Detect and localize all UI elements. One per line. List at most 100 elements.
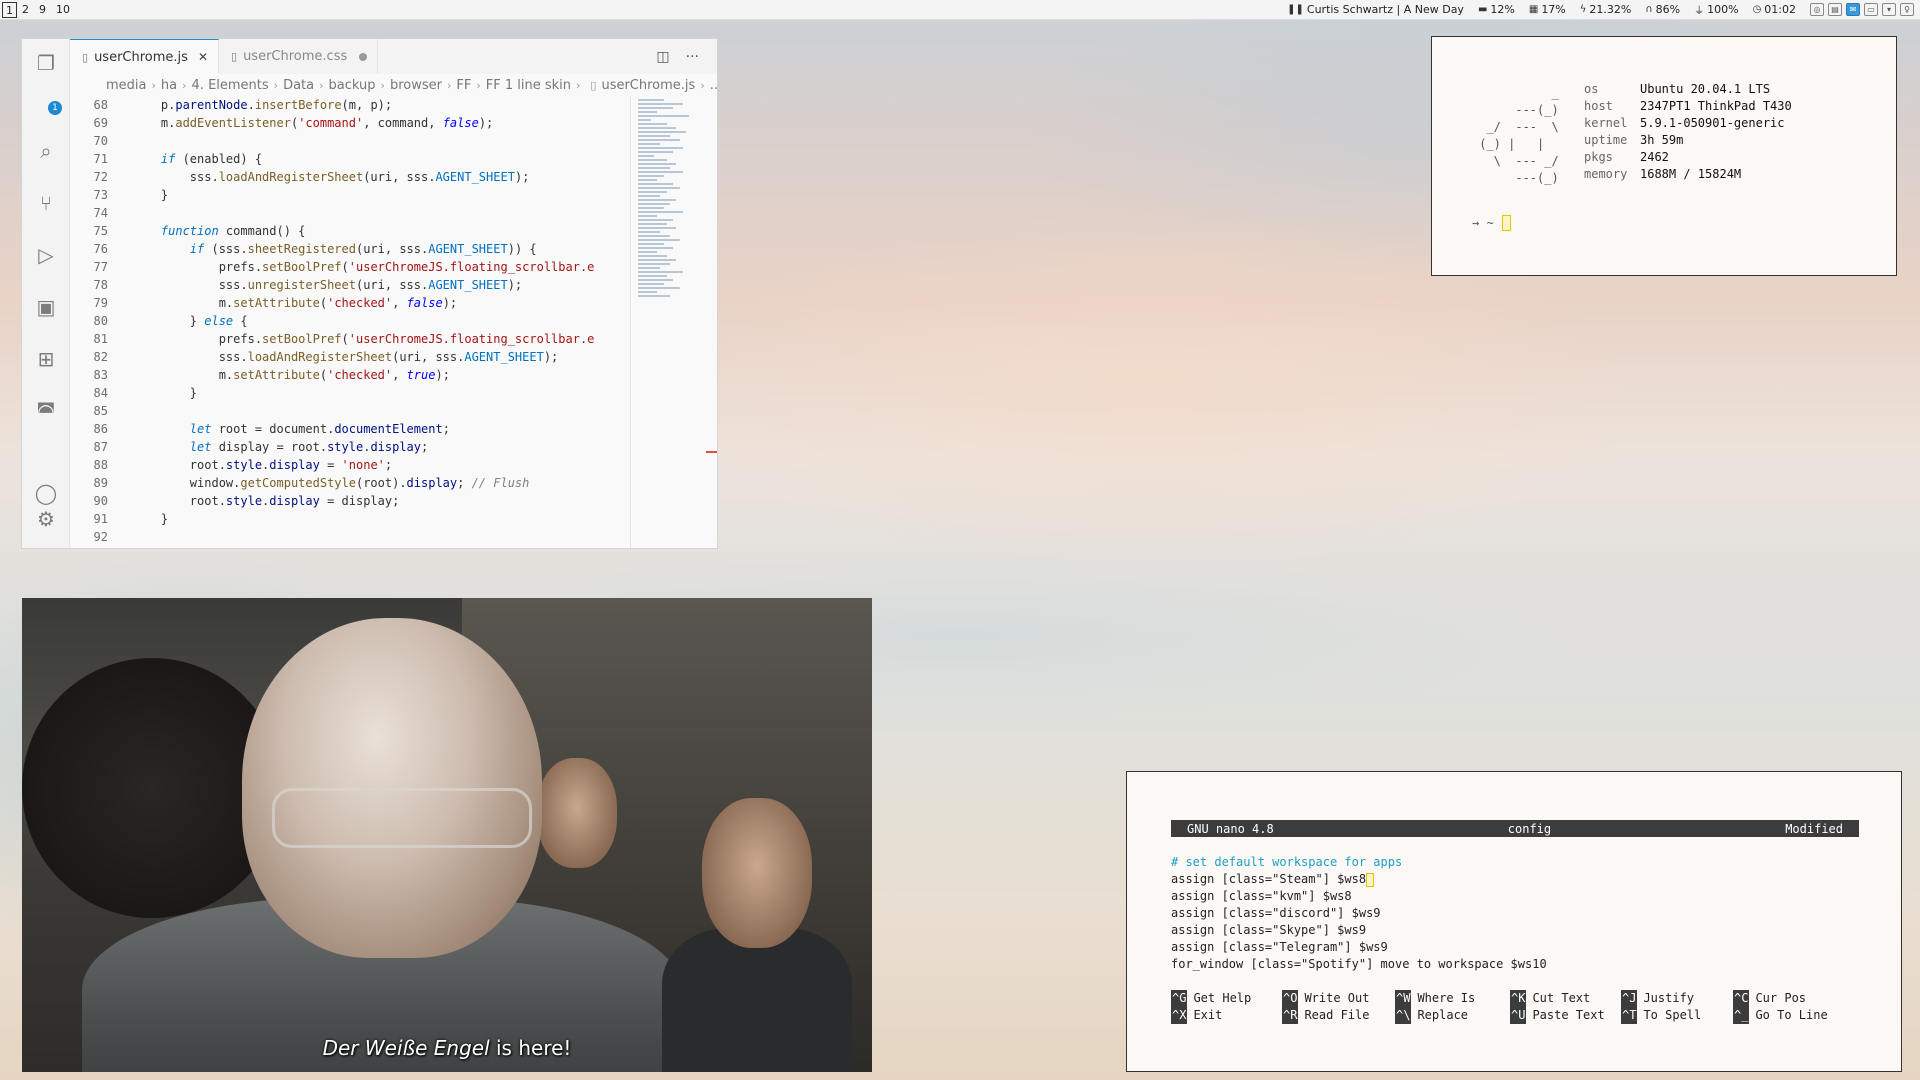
status-blocks: ❚❚ Curtis Schwartz | A New Day ▬ 12% ▦ 1…	[1287, 0, 1920, 20]
unsaved-dot-icon[interactable]	[359, 52, 368, 61]
settings-gear-icon[interactable]: ⚙	[32, 505, 60, 533]
breadcrumb-item[interactable]: ...	[710, 78, 717, 93]
volume[interactable]: ∩ 86%	[1645, 3, 1680, 16]
code-line: 69 m.addEventListener('command', command…	[70, 114, 630, 132]
shortcut-key: ^U	[1510, 1007, 1527, 1024]
line-number: 81	[93, 332, 108, 346]
breadcrumb-item[interactable]: 4. Elements	[192, 78, 269, 93]
info-value: Ubuntu 20.04.1 LTS	[1640, 82, 1771, 96]
volume-value: 86%	[1655, 3, 1681, 16]
code-text: if (enabled) {	[160, 152, 263, 166]
tray-wifi-icon[interactable]: ▾	[1882, 3, 1896, 16]
breadcrumb-item[interactable]: ha	[161, 78, 177, 93]
workspace-10[interactable]: 10	[51, 2, 75, 18]
source-control-icon[interactable]: ⑂	[32, 189, 60, 217]
tray-chat-icon[interactable]: ✉	[1846, 3, 1860, 16]
shortcut-key: ^C	[1733, 990, 1750, 1007]
breadcrumb-item[interactable]: browser	[390, 78, 442, 93]
explorer-icon[interactable]: ❐	[32, 49, 60, 77]
minimap-line	[638, 155, 654, 157]
video-player[interactable]: Der Weiße Engel is here!	[22, 598, 872, 1072]
info-key: host	[1584, 99, 1613, 113]
shortcut-key: ^G	[1171, 990, 1188, 1007]
code-line: 82 sss.loadAndRegisterSheet(uri, sss.AGE…	[70, 348, 630, 366]
tab-userchrome-css[interactable]: ▯ userChrome.css	[219, 39, 379, 74]
terminal-neofetch[interactable]: _ ---(_) _/ --- \ (_) | | \ --- _/ ---(_…	[1431, 36, 1897, 276]
terminal-nano[interactable]: GNU nano 4.8 config Modified # set defau…	[1126, 771, 1902, 1072]
code-line: 91 }	[70, 510, 630, 528]
minimap-line	[638, 267, 661, 269]
nano-state: Modified	[1785, 821, 1843, 836]
prompt-text: → ~	[1472, 216, 1494, 230]
workspace-2[interactable]: 2	[17, 2, 34, 18]
line-number: 85	[93, 404, 108, 418]
chevron-right-icon: ›	[700, 78, 705, 92]
account-icon[interactable]: ◯	[32, 479, 60, 507]
extensions-icon[interactable]: ⊞	[32, 345, 60, 373]
video-figure	[537, 758, 617, 868]
shortcut-label: Go To Line	[1755, 1008, 1828, 1022]
tray-cast-icon[interactable]: ▭	[1864, 3, 1878, 16]
more-actions-icon[interactable]: ···	[686, 49, 699, 65]
chevron-right-icon: ›	[319, 78, 324, 92]
text-cursor	[1366, 872, 1375, 887]
shortcut-label: Paste Text	[1532, 1008, 1605, 1022]
now-playing-text: Curtis Schwartz | A New Day	[1306, 3, 1464, 16]
minimap-line	[638, 139, 680, 141]
breadcrumb-item[interactable]: backup	[329, 78, 376, 93]
line-number: 89	[93, 476, 108, 490]
editor-scrollbar[interactable]	[630, 96, 631, 548]
info-row: uptime 3h 59m	[1584, 132, 1792, 149]
minimap-line	[638, 271, 683, 273]
nano-shortcut: ^W Where Is	[1395, 990, 1510, 1007]
code-editor[interactable]: 68 p.parentNode.insertBefore(m, p); 69 m.…	[70, 96, 630, 548]
breadcrumb-item[interactable]: FF 1 line skin	[486, 78, 571, 93]
tab-userchrome-js[interactable]: ▯ userChrome.js ✕	[70, 39, 219, 74]
nano-shortcut: ^_ Go To Line	[1733, 1007, 1853, 1024]
remote-explorer-icon[interactable]: ▣	[32, 293, 60, 321]
run-debug-icon[interactable]: ▷	[32, 241, 60, 269]
nano-line: assign [class="Steam"] $ws8	[1171, 871, 1547, 888]
memory-usage: ▦ 17%	[1529, 3, 1566, 16]
code-text: m.setAttribute('checked', false);	[132, 296, 458, 310]
shortcut-label: Read File	[1304, 1008, 1370, 1022]
code-line: 85	[70, 402, 630, 420]
split-editor-icon[interactable]: ◫	[656, 49, 669, 65]
info-key: pkgs	[1584, 150, 1613, 164]
info-value: 5.9.1-050901-generic	[1640, 116, 1785, 130]
workspace-1[interactable]: 1	[2, 1, 17, 18]
disk-icon: ▬	[1477, 4, 1488, 15]
now-playing[interactable]: ❚❚ Curtis Schwartz | A New Day	[1287, 3, 1464, 16]
nano-buffer[interactable]: # set default workspace for apps assign …	[1171, 854, 1547, 973]
breadcrumb-item[interactable]: FF	[456, 78, 471, 93]
scrollbar-marker	[706, 451, 717, 453]
breadcrumb-item[interactable]: Data	[283, 78, 314, 93]
minimap-line	[638, 219, 674, 221]
line-number: 71	[93, 152, 108, 166]
minimap[interactable]	[638, 99, 702, 319]
workspace-9[interactable]: 9	[34, 2, 51, 18]
breadcrumb-item[interactable]: media	[106, 78, 147, 93]
line-number: 87	[93, 440, 108, 454]
code-line: 77 prefs.setBoolPref('userChromeJS.float…	[70, 258, 630, 276]
docker-icon[interactable]: ◚	[32, 397, 60, 425]
close-icon[interactable]: ✕	[198, 50, 208, 64]
minimap-line	[638, 119, 651, 121]
search-icon[interactable]: ⌕	[32, 137, 60, 165]
chevron-right-icon: ›	[476, 78, 481, 92]
nano-shortcut: ^X Exit	[1171, 1007, 1282, 1024]
tray-bulb-icon[interactable]: ♀	[1900, 3, 1914, 16]
line-number: 90	[93, 494, 108, 508]
minimap-line	[638, 283, 664, 285]
tray-printer-icon[interactable]: ▤	[1828, 3, 1842, 16]
info-row: pkgs 2462	[1584, 149, 1792, 166]
tray-gamepad-icon[interactable]: ◎	[1810, 3, 1824, 16]
minimap-line	[638, 99, 664, 101]
breadcrumb-item[interactable]: userChrome.js	[601, 78, 695, 93]
info-value: 2347PT1 ThinkPad T430	[1640, 99, 1792, 113]
minimap-line	[638, 107, 674, 109]
code-line: 68 p.parentNode.insertBefore(m, p);	[70, 96, 630, 114]
minimap-line	[638, 163, 677, 165]
